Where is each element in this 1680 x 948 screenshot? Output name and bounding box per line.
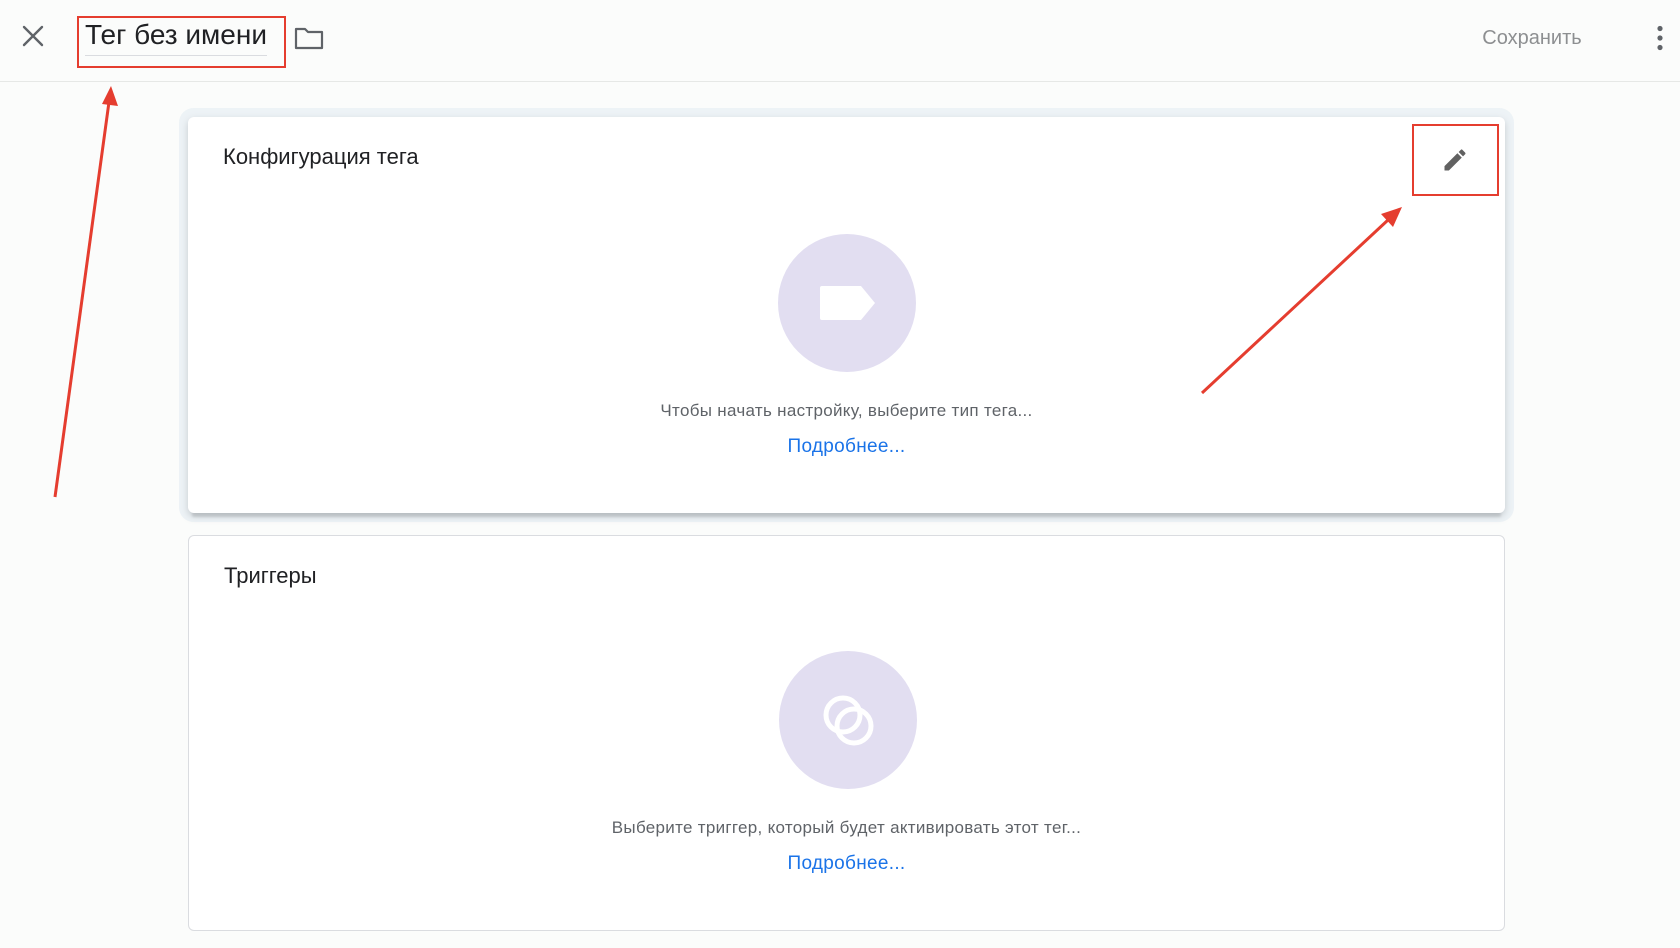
tag-type-placeholder[interactable] [778,234,916,372]
triggers-learn-more-link[interactable]: Подробнее... [189,853,1504,875]
tag-configuration-card[interactable]: Конфигурация тега Чтобы начать настройку… [188,117,1505,513]
more-vert-icon [1657,25,1663,51]
tag-configuration-hint: Чтобы начать настройку, выберите тип тег… [660,401,1033,420]
save-button[interactable]: Сохранить [1462,23,1602,53]
triggers-hint: Выберите триггер, который будет активиро… [611,818,1082,837]
triggers-card[interactable]: Триггеры Выберите триггер, который будет… [188,535,1505,931]
tag-configuration-title: Конфигурация тега [223,144,419,169]
close-button[interactable] [14,17,52,55]
folder-icon [294,27,324,50]
tag-icon [820,286,875,320]
trigger-placeholder[interactable] [779,651,917,789]
more-options-button[interactable] [1645,18,1675,58]
tag-configuration-learn-more-link[interactable]: Подробнее... [188,436,1505,458]
annotation-arrowhead-title [102,86,118,106]
annotation-arrow-to-title [53,101,111,498]
tag-name-highlight-box [77,16,286,68]
trigger-icon [823,695,874,746]
folder-button[interactable] [293,22,325,54]
edit-tag-configuration-button[interactable] [1437,142,1473,178]
triggers-title: Триггеры [224,563,317,588]
edit-icon [1444,149,1466,171]
close-icon [22,25,44,47]
